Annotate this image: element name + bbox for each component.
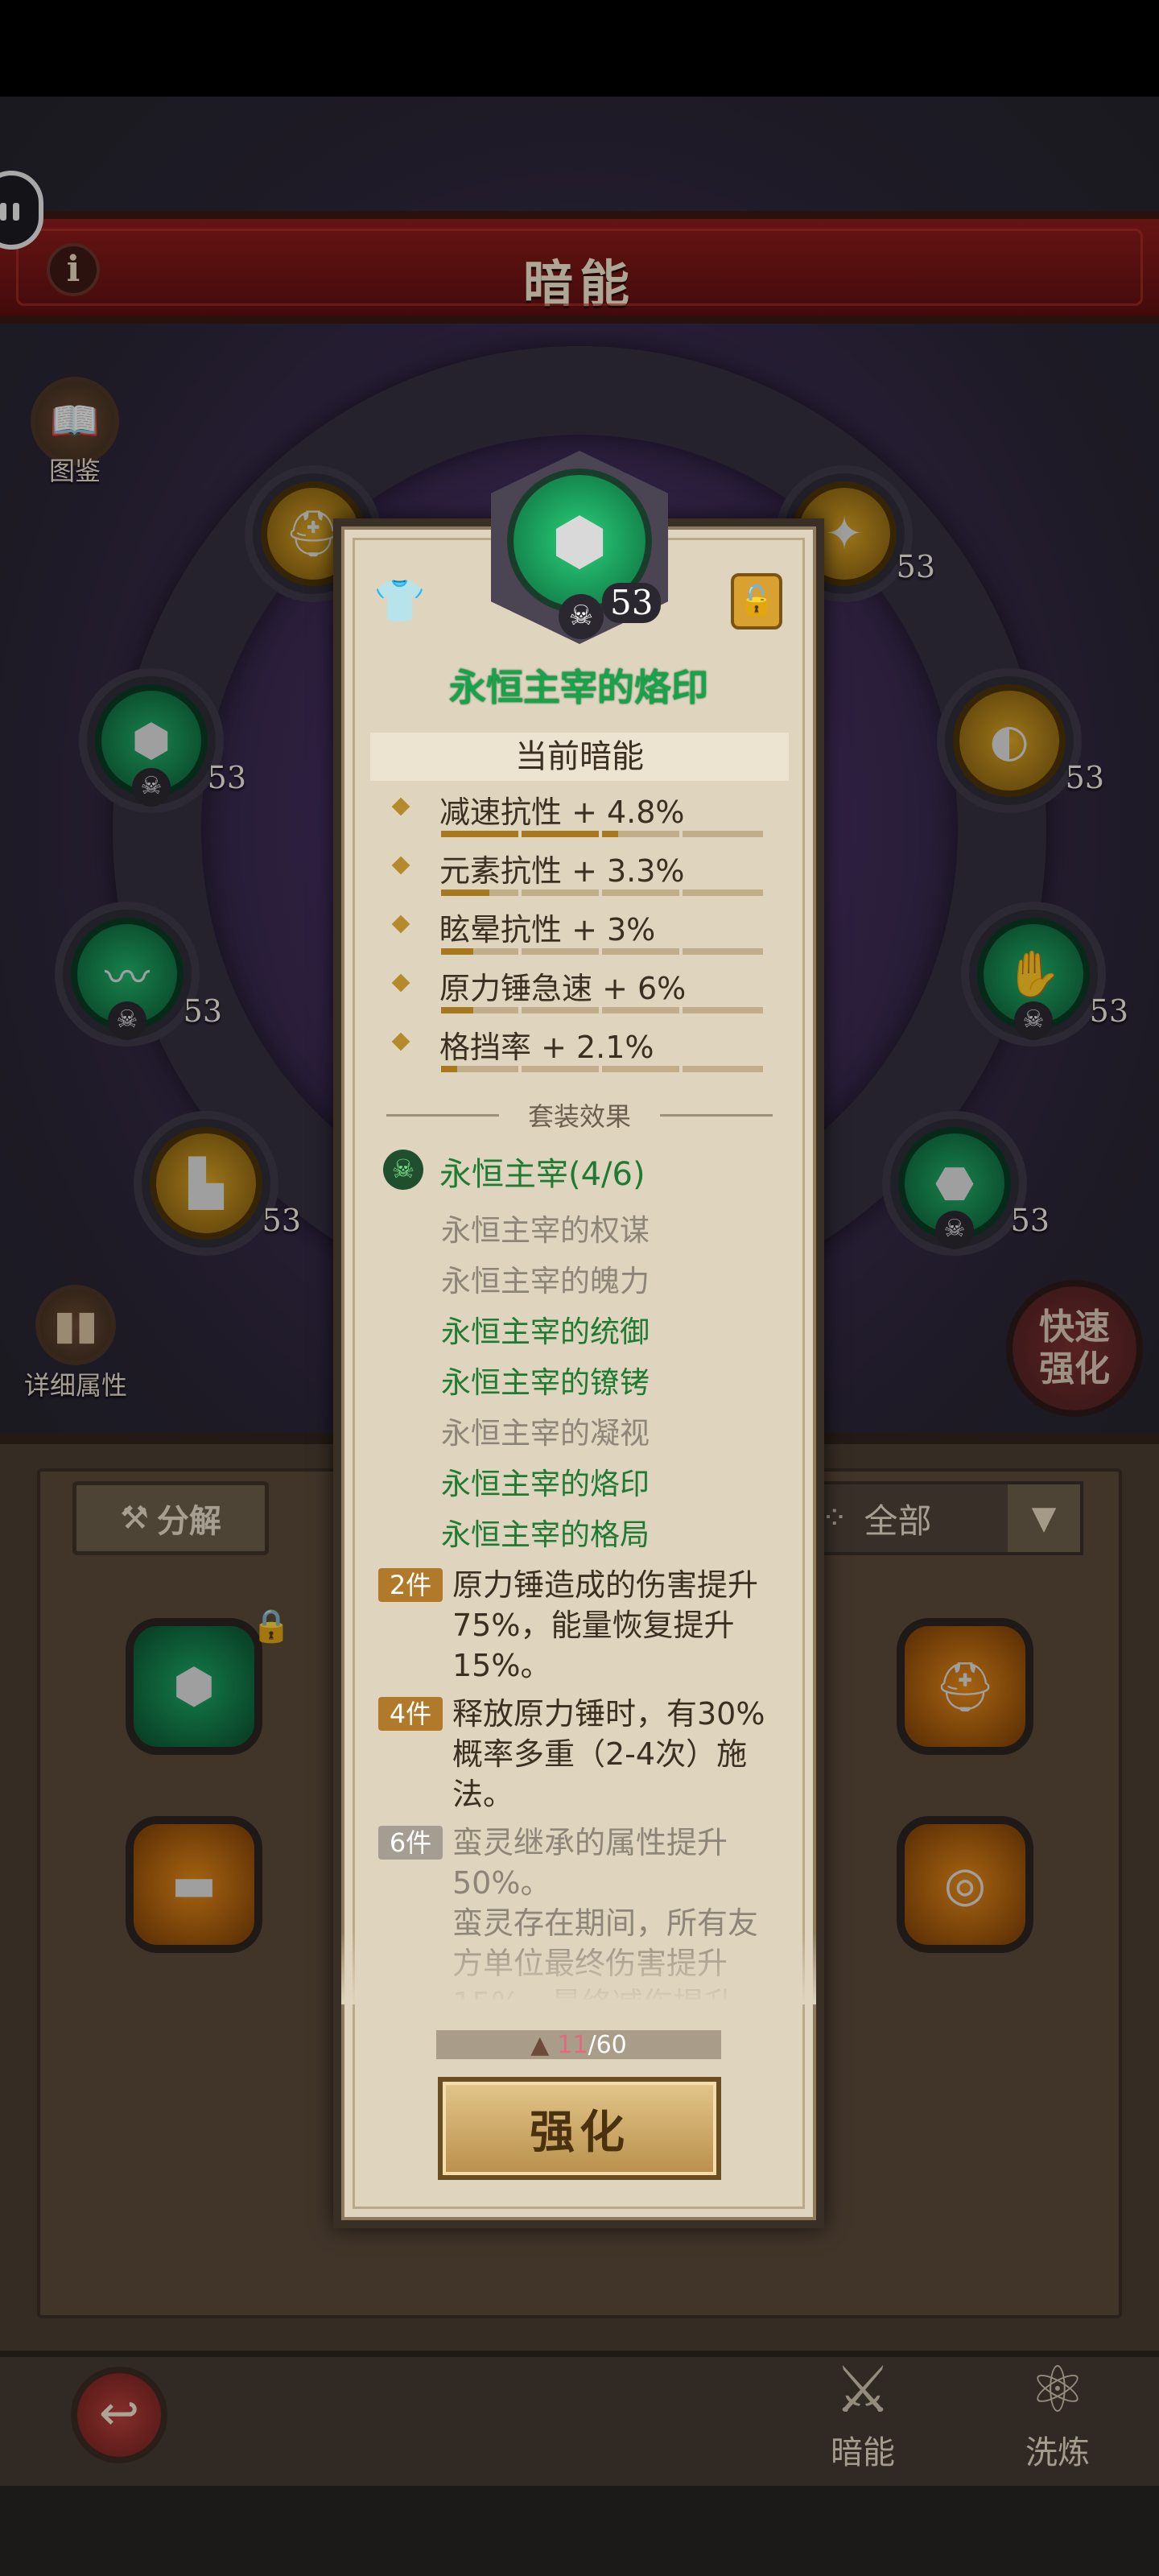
diamond-icon bbox=[391, 856, 410, 875]
set-piece: 永恒主宰的凝视 bbox=[441, 1416, 650, 1451]
stat-progress bbox=[441, 948, 763, 955]
stat-row: 减速抗性 + 4.8% bbox=[391, 792, 773, 850]
set-piece: 永恒主宰的格局 bbox=[441, 1517, 650, 1552]
bonus-tag: 6件 bbox=[378, 1826, 443, 1860]
current-energy-header: 当前暗能 bbox=[370, 733, 789, 781]
diamond-icon bbox=[391, 914, 410, 934]
skull-icon: ☠ bbox=[559, 594, 604, 639]
set-name: 永恒主宰(4/6) bbox=[439, 1156, 645, 1193]
skull-icon: ☠ bbox=[383, 1150, 423, 1190]
stat-text: 元素抗性 + 3.3% bbox=[439, 853, 685, 889]
stat-progress bbox=[441, 890, 763, 896]
bonus-tag: 4件 bbox=[378, 1697, 443, 1731]
item-name: 永恒主宰的烙印 bbox=[449, 666, 708, 709]
stat-row: 元素抗性 + 3.3% bbox=[391, 851, 773, 909]
armor-icon: ⬢ bbox=[551, 503, 608, 579]
bonus-text: 原力锤造成的伤害提升75%，能量恢复提升15%。 bbox=[452, 1567, 759, 1683]
upgrade-button[interactable]: 强化 bbox=[438, 2077, 721, 2180]
stat-row: 格挡率 + 2.1% bbox=[391, 1027, 773, 1085]
material-progress: ▲ 11/60 bbox=[436, 2030, 721, 2059]
set-piece: 永恒主宰的统御 bbox=[441, 1315, 650, 1349]
stat-row: 原力锤急速 + 6% bbox=[391, 968, 773, 1026]
stat-text: 眩晕抗性 + 3% bbox=[439, 912, 656, 947]
ore-icon: ▲ bbox=[530, 2030, 550, 2059]
material-need: /60 bbox=[588, 2030, 627, 2059]
material-have: 11 bbox=[557, 2030, 588, 2059]
system-nav-bar bbox=[0, 2486, 1159, 2576]
diamond-icon bbox=[391, 973, 410, 993]
set-bonus-2: 2件 原力锤造成的伤害提升75%，能量恢复提升15%。 bbox=[378, 1565, 781, 1686]
stat-progress bbox=[441, 831, 763, 837]
item-level: 53 bbox=[602, 583, 662, 623]
stat-text: 格挡率 + 2.1% bbox=[439, 1030, 654, 1065]
bonus-tag: 2件 bbox=[378, 1568, 443, 1602]
set-piece: 永恒主宰的镣铐 bbox=[441, 1365, 650, 1400]
stat-text: 减速抗性 + 4.8% bbox=[439, 795, 685, 830]
set-piece: 永恒主宰的烙印 bbox=[441, 1467, 650, 1501]
set-effect-divider: 套装效果 bbox=[378, 1096, 781, 1133]
status-bar bbox=[0, 0, 1159, 97]
scroll-fade bbox=[341, 1932, 816, 2004]
stat-row: 眩晕抗性 + 3% bbox=[391, 910, 773, 968]
set-bonus-4: 4件 释放原力锤时，有30%概率多重（2-4次）施法。 bbox=[378, 1694, 781, 1814]
stat-text: 原力锤急速 + 6% bbox=[439, 971, 687, 1006]
set-piece: 永恒主宰的权谋 bbox=[441, 1213, 650, 1248]
diamond-icon bbox=[391, 1032, 410, 1051]
unlock-icon[interactable]: 🔓 bbox=[731, 573, 782, 630]
shirt-icon[interactable]: 👕 bbox=[373, 576, 426, 625]
diamond-icon bbox=[391, 797, 410, 816]
stat-progress bbox=[441, 1066, 763, 1072]
upgrade-label: 强化 bbox=[530, 2106, 629, 2159]
stat-progress bbox=[441, 1007, 763, 1013]
set-piece: 永恒主宰的魄力 bbox=[441, 1264, 650, 1298]
bonus-text: 释放原力锤时，有30%概率多重（2-4次）施法。 bbox=[452, 1696, 765, 1812]
set-effect-label: 套装效果 bbox=[527, 1101, 631, 1132]
